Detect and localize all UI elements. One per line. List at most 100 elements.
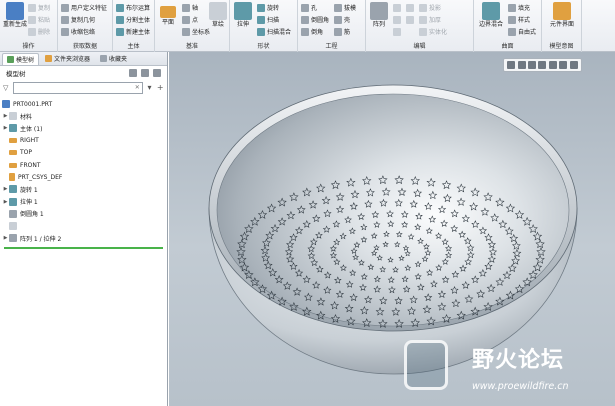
thicken-button[interactable]: 加厚: [419, 14, 441, 25]
tree-item-material[interactable]: ▶ 材料: [0, 110, 167, 122]
tree-item-root[interactable]: PRT0001.PRT: [0, 98, 167, 110]
tree-item-right-plane[interactable]: RIGHT: [0, 135, 167, 147]
rib-button[interactable]: 筋: [334, 26, 350, 37]
tree-item-round-1[interactable]: 倒圆角 1: [0, 208, 167, 220]
shrinkwrap-icon: [61, 27, 69, 36]
project-button[interactable]: 投影: [419, 2, 441, 13]
merge-button[interactable]: [393, 26, 403, 37]
copy-geometry-icon: [61, 15, 69, 24]
user-defined-feature-button[interactable]: 用户定义特征: [61, 2, 107, 13]
paste-button[interactable]: 粘贴: [28, 14, 50, 25]
boolean-icon: [116, 3, 124, 12]
tree-settings-icon[interactable]: [129, 69, 137, 77]
swept-blend-icon: [257, 27, 265, 36]
thicken-icon: [419, 15, 427, 24]
copy-button[interactable]: 复制: [28, 2, 50, 13]
tree-item-csys[interactable]: PRT_CSYS_DEF: [0, 171, 167, 183]
axis-button[interactable]: 轴: [182, 2, 198, 13]
expand-icon[interactable]: ▶: [2, 199, 9, 205]
revolve-icon: [257, 3, 265, 12]
shapes-group-label[interactable]: 形状: [230, 41, 297, 50]
sketch-icon: [209, 2, 227, 20]
tree-search-input[interactable]: ✕: [12, 82, 143, 94]
tab-folder-browser[interactable]: 文件夹浏览器: [41, 53, 94, 65]
point-icon: [182, 15, 190, 24]
tree-item-extrude-1[interactable]: ▶ 拉伸 1: [0, 196, 167, 208]
plane-button[interactable]: 平面: [155, 2, 181, 27]
revolve-button[interactable]: 旋转: [257, 2, 279, 13]
tree-item-pattern-1[interactable]: ▶ 阵列 1 / 拉伸 2: [0, 232, 167, 244]
regenerate-icon: [6, 2, 24, 20]
graphics-area[interactable]: 野火论坛 www.proewildfire.cn: [169, 52, 615, 406]
component-interface-button[interactable]: 元件界面: [546, 2, 578, 29]
regenerate-button[interactable]: 重新生成: [2, 2, 28, 29]
point-button[interactable]: 点: [182, 14, 198, 25]
extrude-button[interactable]: 拉伸: [230, 2, 256, 29]
hole-icon: [301, 3, 309, 12]
tree-columns-icon[interactable]: [141, 69, 149, 77]
insert-here-marker[interactable]: [4, 247, 163, 249]
tree-item-revolve-1[interactable]: ▶ 旋转 1: [0, 183, 167, 195]
swept-blend-button[interactable]: 扫描混合: [257, 26, 291, 37]
style-button[interactable]: 样式: [508, 14, 530, 25]
body-group-label[interactable]: 主体: [113, 41, 154, 50]
pattern-button[interactable]: 阵列: [366, 2, 392, 29]
tree-item-bodies[interactable]: ▶ 主体 (1): [0, 122, 167, 134]
expand-icon[interactable]: ▶: [2, 186, 9, 192]
filter-icon[interactable]: ▽: [3, 84, 10, 92]
engineering-group-label[interactable]: 工程: [298, 41, 365, 50]
tab-favorites[interactable]: 收藏夹: [96, 53, 131, 65]
tree-show-icon[interactable]: [153, 69, 161, 77]
search-options-icon[interactable]: ▾: [146, 83, 154, 93]
editing-group-label[interactable]: 编辑: [366, 41, 473, 50]
tab-model-tree[interactable]: 模型树: [2, 52, 40, 65]
split-body-button[interactable]: 分割主体: [116, 14, 150, 25]
part-icon: [2, 100, 10, 109]
trim-button[interactable]: [393, 14, 403, 25]
extrude-icon: [234, 2, 252, 20]
operations-group-label[interactable]: 操作: [0, 41, 57, 50]
shrinkwrap-button[interactable]: 收缩包络: [61, 26, 95, 37]
tree-item-draft-1[interactable]: [0, 220, 167, 232]
model-intent-group-label[interactable]: 模型意图: [542, 41, 581, 50]
model-tree-header: 模型树: [0, 66, 167, 80]
intersect-button[interactable]: [406, 14, 416, 25]
expand-icon[interactable]: ▶: [2, 125, 9, 131]
freestyle-icon: [508, 27, 516, 36]
extrude-icon: [9, 197, 17, 206]
solidify-button[interactable]: 实体化: [419, 26, 447, 37]
mirror-icon: [393, 3, 401, 12]
new-body-button[interactable]: 新建主体: [116, 26, 150, 37]
model-tree-title: 模型树: [6, 70, 26, 78]
expand-icon[interactable]: ▶: [2, 235, 9, 241]
boundary-blend-button[interactable]: 边界混合: [476, 2, 506, 29]
sketch-button[interactable]: 草绘: [205, 2, 231, 29]
tree-item-top-plane[interactable]: TOP: [0, 147, 167, 159]
shapes-group: 拉伸 旋转 扫描 扫描混合 形状: [230, 0, 298, 52]
round-button[interactable]: 倒圆角: [301, 14, 329, 25]
delete-button[interactable]: 删除: [28, 26, 50, 37]
get-data-group-label[interactable]: 获取数据: [58, 41, 112, 50]
surfaces-group-label[interactable]: 曲面: [474, 41, 541, 50]
shell-button[interactable]: 壳: [334, 14, 350, 25]
tree-item-front-plane[interactable]: FRONT: [0, 159, 167, 171]
round-icon: [301, 15, 309, 24]
mirror-button[interactable]: [393, 2, 403, 13]
freestyle-button[interactable]: 自由式: [508, 26, 536, 37]
add-icon[interactable]: +: [156, 83, 164, 93]
hole-button[interactable]: 孔: [301, 2, 317, 13]
sweep-button[interactable]: 扫描: [257, 14, 279, 25]
chamfer-button[interactable]: 倒角: [301, 26, 323, 37]
offset-button[interactable]: [406, 2, 416, 13]
fill-button[interactable]: 填充: [508, 2, 530, 13]
intersect-icon: [406, 15, 414, 24]
split-body-icon: [116, 15, 124, 24]
ribbon: 重新生成 复制 粘贴 删除 操作 用户定义特征 复制几何 收缩包络 获取数据 布…: [0, 0, 615, 52]
copy-geometry-button[interactable]: 复制几何: [61, 14, 95, 25]
draft-button[interactable]: 拔模: [334, 2, 356, 13]
boolean-operation-button[interactable]: 布尔运算: [116, 2, 150, 13]
datum-group-label[interactable]: 基准: [155, 41, 229, 50]
clear-search-icon[interactable]: ✕: [135, 83, 140, 93]
csys-icon: [9, 173, 15, 182]
expand-icon[interactable]: ▶: [2, 113, 9, 119]
